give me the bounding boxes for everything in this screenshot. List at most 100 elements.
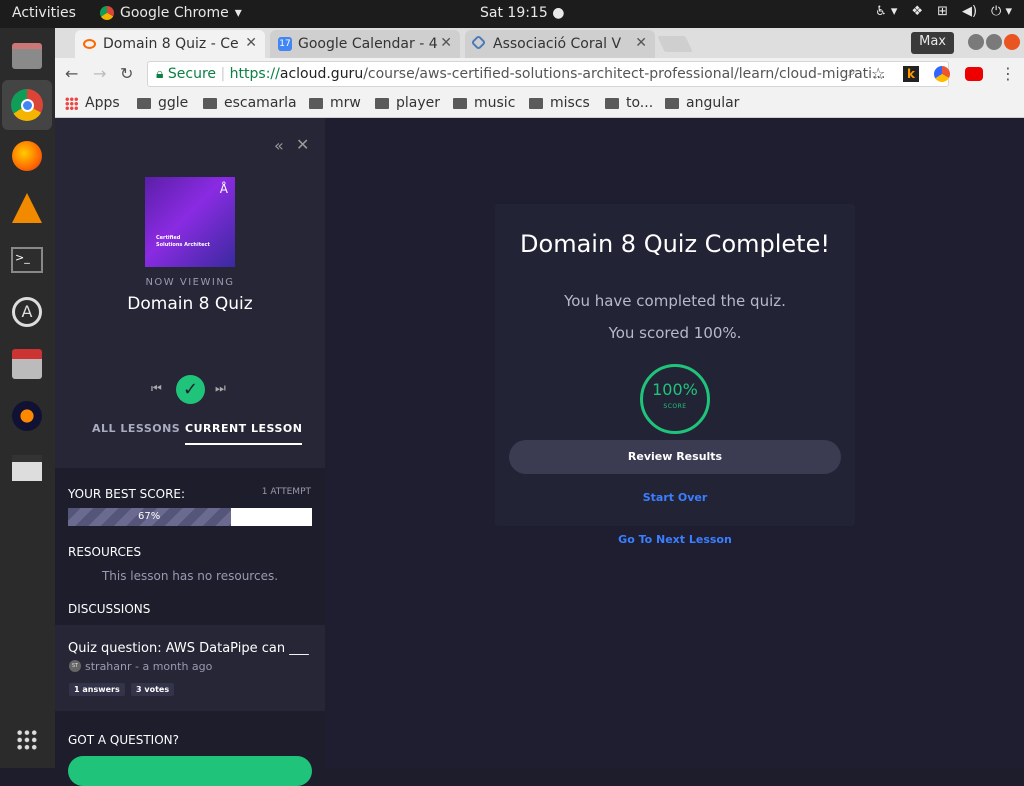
zoom-search-icon[interactable]: ⌕: [848, 64, 856, 80]
clock[interactable]: Sat 19:15 ●: [480, 5, 564, 21]
menu-kebab-icon[interactable]: ⋮: [1000, 64, 1016, 83]
bookmark-angular[interactable]: angular: [665, 95, 739, 111]
course-sidebar: « ✕ Å Certified Solutions Architect NOW …: [55, 118, 325, 786]
tab-title: Domain 8 Quiz - Ce: [103, 36, 239, 52]
extension-color-icon[interactable]: [934, 66, 950, 82]
folder-icon: [605, 97, 619, 109]
tab-strip: Domain 8 Quiz - Ce ✕ 17 Google Calendar …: [55, 28, 1024, 58]
address-bar[interactable]: 🔒︎ Secure | https://acloud.guru/course/a…: [147, 61, 949, 87]
avatar: ST: [69, 660, 81, 672]
sidebar-lower-panel: YOUR BEST SCORE: 1 ATTEMPT 67% RESOURCES…: [55, 468, 325, 786]
bookmark-label: mrw: [330, 95, 361, 111]
app-menu-label: Google Chrome: [120, 5, 229, 21]
discussion-title[interactable]: Quiz question: AWS DataPipe can ___: [68, 641, 309, 656]
accessibility-icon[interactable]: ♿ ▾: [875, 4, 897, 19]
best-score-value: 67%: [138, 511, 161, 522]
start-over-link[interactable]: Start Over: [495, 491, 855, 504]
reload-icon[interactable]: ↻: [120, 64, 133, 83]
software-updater-icon[interactable]: A: [7, 292, 47, 332]
acloudguru-logo-icon: Å: [219, 182, 228, 196]
bookmark-miscs[interactable]: miscs: [529, 95, 590, 111]
audacity-icon[interactable]: [7, 396, 47, 436]
maximize-icon[interactable]: [986, 34, 1002, 50]
network-icon[interactable]: ⊞: [937, 4, 948, 19]
bookmark-escamarla[interactable]: escamarla: [203, 95, 297, 111]
dock: >_ A: [0, 28, 55, 768]
discussion-item[interactable]: Quiz question: AWS DataPipe can ___ ST s…: [55, 625, 325, 711]
tab-current-lesson[interactable]: CURRENT LESSON: [185, 422, 303, 445]
activities-button[interactable]: Activities: [12, 5, 76, 21]
system-top-bar: Activities Google Chrome ▾ Sat 19:15 ● ♿…: [0, 0, 1024, 28]
score-caption: SCORE: [663, 403, 687, 410]
collapse-icon[interactable]: «: [274, 136, 284, 155]
close-icon[interactable]: ✕: [296, 135, 309, 154]
vlc-icon[interactable]: [7, 188, 47, 228]
bookmark-label: player: [396, 95, 441, 111]
chrome-dock-icon[interactable]: [2, 80, 52, 130]
thumbnail-caption-1: Certified: [156, 235, 181, 241]
close-icon[interactable]: ✕: [245, 35, 257, 51]
close-icon[interactable]: ✕: [440, 35, 452, 51]
close-icon[interactable]: ✕: [635, 35, 647, 51]
folder-icon: [137, 97, 151, 109]
profile-button[interactable]: Max: [911, 32, 954, 54]
volume-icon[interactable]: ◀): [962, 4, 977, 19]
new-tab-button[interactable]: [657, 36, 693, 52]
extension-youtube-icon[interactable]: [965, 67, 983, 81]
lesson-title: Domain 8 Quiz: [127, 294, 253, 314]
quiz-result-card: Domain 8 Quiz Complete! You have complet…: [495, 204, 855, 526]
chevron-down-icon: ▾: [234, 5, 242, 21]
system-tray[interactable]: ♿ ▾ ❖ ⊞ ◀) ⏻ ▾: [875, 4, 1012, 19]
diamond-favicon-icon: [470, 34, 487, 51]
tab-all-lessons[interactable]: ALL LESSONS: [92, 422, 180, 435]
installer-icon[interactable]: [7, 344, 47, 384]
bookmark-player[interactable]: player: [375, 95, 440, 111]
dropbox-icon[interactable]: ❖: [911, 4, 923, 19]
course-thumbnail: Å Certified Solutions Architect: [145, 177, 235, 267]
acloudguru-favicon-icon: [83, 39, 96, 49]
minimize-icon[interactable]: [968, 34, 984, 50]
url-host: acloud.guru: [279, 66, 364, 82]
url-scheme: https://: [229, 66, 280, 82]
votes-badge: 3 votes: [131, 683, 175, 696]
back-arrow-icon[interactable]: ←: [65, 64, 78, 83]
tab-calendar[interactable]: 17 Google Calendar - 4 ✕: [270, 30, 460, 58]
power-icon[interactable]: ⏻ ▾: [991, 4, 1012, 19]
lock-icon: 🔒︎: [156, 66, 164, 82]
thumbnail-caption-2: Solutions Architect: [156, 242, 210, 248]
tab-quiz[interactable]: Domain 8 Quiz - Ce ✕: [75, 30, 265, 58]
bookmark-ggle[interactable]: ggle: [137, 95, 188, 111]
bookmark-label: angular: [686, 95, 740, 111]
folder-icon: [375, 97, 389, 109]
secure-label: Secure: [167, 66, 217, 82]
bookmark-music[interactable]: music: [453, 95, 515, 111]
tab-title: Google Calendar - 4: [298, 36, 438, 52]
app-menu[interactable]: Google Chrome ▾: [100, 5, 242, 21]
bookmark-star-icon[interactable]: ☆: [871, 64, 885, 83]
show-apps-icon[interactable]: [7, 720, 47, 760]
terminal-icon[interactable]: >_: [7, 240, 47, 280]
ask-question-button[interactable]: [68, 756, 312, 786]
calendar-favicon-icon: 17: [278, 37, 292, 51]
tab-coral[interactable]: Associació Coral V ✕: [465, 30, 655, 58]
forward-arrow-icon[interactable]: →: [93, 64, 106, 83]
got-question-label: GOT A QUESTION?: [68, 733, 179, 747]
bookmark-to[interactable]: to...: [605, 95, 653, 111]
next-lesson-icon[interactable]: ⏭: [215, 381, 226, 396]
review-results-button[interactable]: Review Results: [509, 440, 841, 474]
url-path: /course/aws-certified-solutions-architec…: [363, 66, 886, 82]
bookmark-mrw[interactable]: mrw: [309, 95, 361, 111]
scored-text: You scored 100%.: [608, 324, 742, 342]
window-close-icon[interactable]: [1004, 34, 1020, 50]
firefox-icon[interactable]: [7, 136, 47, 176]
folder-icon: [203, 97, 217, 109]
bookmark-label: Apps: [85, 95, 120, 111]
extension-k-icon[interactable]: k: [903, 66, 919, 82]
browser-toolbar: ← → ↻ 🔒︎ Secure | https://acloud.guru/co…: [55, 58, 1024, 90]
bookmark-apps[interactable]: Apps: [65, 95, 120, 111]
previous-lesson-icon[interactable]: ⏮: [151, 381, 162, 396]
files-icon[interactable]: [7, 36, 47, 76]
video-editor-icon[interactable]: [7, 448, 47, 488]
next-lesson-link[interactable]: Go To Next Lesson: [495, 533, 855, 546]
quiz-complete-heading: Domain 8 Quiz Complete!: [520, 230, 830, 258]
